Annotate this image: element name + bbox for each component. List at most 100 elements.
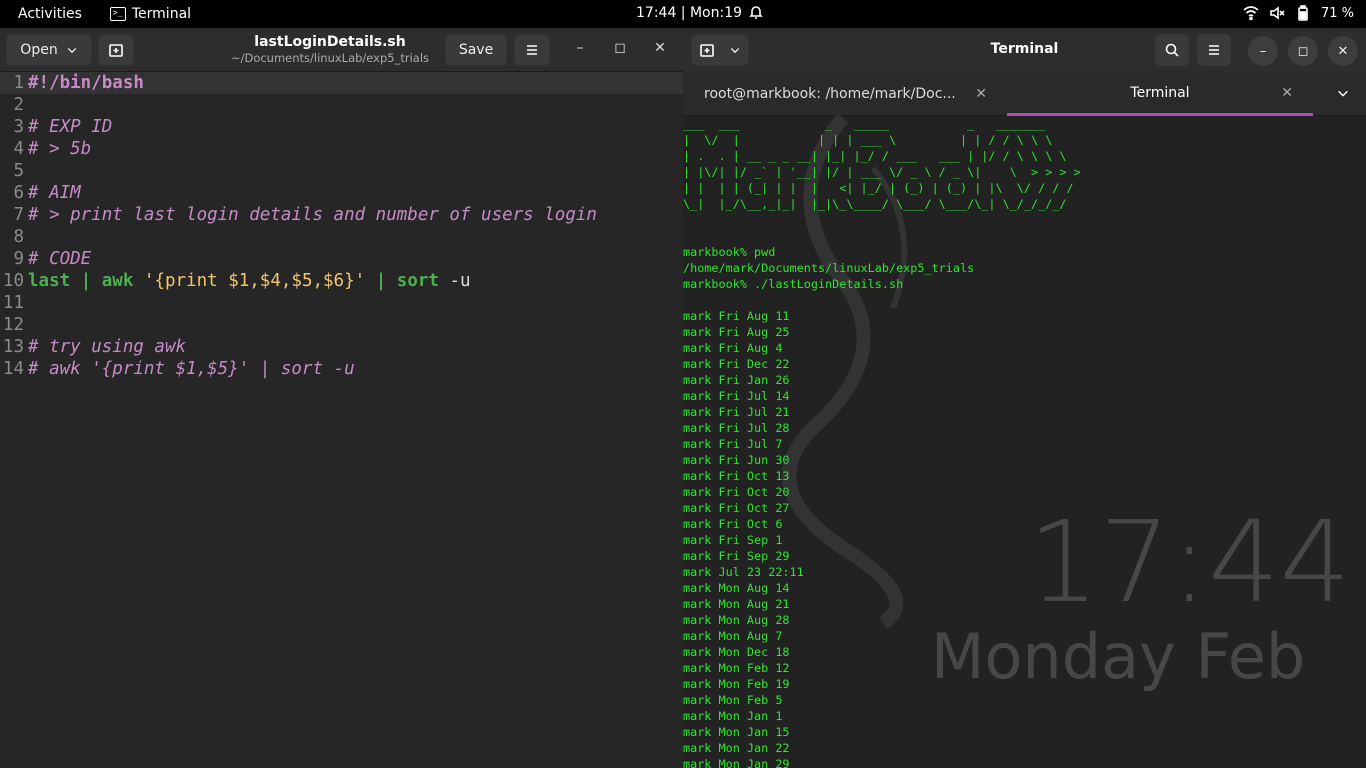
line-number: 12 — [2, 315, 24, 335]
hamburger-icon — [527, 45, 537, 55]
search-button[interactable] — [1155, 34, 1189, 66]
terminal-line: mark Fri Sep 29 — [683, 549, 790, 563]
code-line: 8 — [0, 226, 683, 248]
terminal-line: mark Fri Jul 7 — [683, 437, 783, 451]
line-number: 14 — [2, 359, 24, 379]
code-text: # AIM — [28, 183, 81, 203]
open-label: Open — [20, 42, 58, 58]
minimize-icon[interactable]: – — [570, 40, 590, 56]
document-path: ~/Documents/linuxLab/exp5_trials — [230, 51, 430, 65]
terminal-line: mark Mon Dec 18 — [683, 645, 790, 659]
code-line: 9 # CODE — [0, 248, 683, 270]
code-text: # > print last login details and number … — [28, 205, 597, 225]
terminal-line: mark Fri Aug 25 — [683, 325, 790, 339]
terminal-line: | . . | __ _ _ __| |_| |_/ / ___ ___ | |… — [683, 149, 1067, 163]
maximize-icon[interactable]: ◻ — [1288, 36, 1318, 66]
app-menu[interactable]: >_ Terminal — [109, 6, 191, 22]
terminal-line: mark Fri Sep 1 — [683, 533, 783, 547]
editor-headerbar: Open lastLoginDetails.sh ~/Documents/lin… — [0, 28, 683, 72]
menu-button[interactable] — [1197, 34, 1231, 66]
line-number: 1 — [13, 73, 24, 93]
maximize-icon[interactable]: ◻ — [610, 40, 630, 56]
terminal-line: mark Jul 23 22:11 — [683, 565, 804, 579]
terminal-icon: >_ — [109, 7, 126, 21]
battery-percent: 71 % — [1320, 5, 1354, 21]
new-tab-icon — [109, 44, 123, 57]
code-text: last | awk '{print $1,$4,$5,$6}' | sort … — [28, 270, 471, 292]
terminal-window: Terminal – ◻ ✕ root@markbook: /home/mark… — [683, 28, 1366, 768]
minimize-icon[interactable]: – — [1248, 36, 1278, 66]
terminal-line: mark Mon Feb 12 — [683, 661, 790, 675]
volume-muted-icon — [1270, 6, 1285, 20]
terminal-line: mark Fri Jul 21 — [683, 405, 790, 419]
code-line: 14 # awk '{print $1,$5}' | sort -u — [0, 358, 683, 380]
terminal-headerbar: Terminal – ◻ ✕ — [683, 28, 1366, 72]
clock[interactable]: 17:44 | Mon:19 — [636, 5, 742, 21]
code-line: 5 — [0, 160, 683, 182]
token-sort: sort — [396, 271, 439, 291]
terminal-output[interactable]: ___ ___ _ _____ _ _______ | \/ | | | | __… — [683, 116, 1366, 768]
code-text: #!/bin/bash — [28, 73, 144, 93]
wifi-icon — [1243, 6, 1259, 21]
line-number: 3 — [13, 117, 24, 137]
token-pipe: | — [365, 271, 397, 291]
token-last: last — [28, 271, 71, 291]
terminal-line: mark Mon Jan 29 — [683, 757, 790, 768]
close-tab-icon[interactable]: ✕ — [1281, 85, 1293, 101]
close-icon[interactable]: ✕ — [650, 40, 670, 56]
tab-label: root@markbook: /home/mark/Doc... — [704, 86, 956, 102]
search-icon — [1165, 43, 1179, 57]
terminal-line: mark Fri Jul 14 — [683, 389, 790, 403]
terminal-line: mark Mon Feb 19 — [683, 677, 790, 691]
terminal-line: markbook% ./lastLoginDetails.sh — [683, 277, 904, 291]
terminal-line: ___ ___ _ _____ _ _______ — [683, 117, 1046, 131]
code-text: # awk '{print $1,$5}' | sort -u — [28, 359, 355, 379]
code-line: 6 # AIM — [0, 182, 683, 204]
close-icon[interactable]: ✕ — [1328, 36, 1358, 66]
token-awk: awk — [101, 271, 134, 291]
code-line: 7 # > print last login details and number… — [0, 204, 683, 226]
code-line: 1 #!/bin/bash — [0, 72, 683, 94]
code-editor[interactable]: 1 #!/bin/bash 2 3 # EXP ID 4 # > 5b 5 6 # AI… — [0, 72, 683, 768]
terminal-line: mark Mon Aug 14 — [683, 581, 790, 595]
terminal-line: mark Mon Aug 7 — [683, 629, 783, 643]
code-line: 12 — [0, 314, 683, 336]
document-title: lastLoginDetails.sh — [254, 34, 406, 50]
terminal-line: mark Fri Jun 30 — [683, 453, 790, 467]
chevron-down-icon[interactable] — [1336, 86, 1350, 100]
bell-icon[interactable] — [748, 4, 764, 24]
menu-button[interactable] — [514, 34, 550, 66]
save-button[interactable]: Save — [445, 34, 507, 66]
system-status[interactable]: 71 % — [1243, 5, 1354, 21]
terminal-line: | | | | (_| | | | <| |_/ | (_) | (_) | |… — [683, 181, 1074, 195]
code-line: 10 last | awk '{print $1,$4,$5,$6}' | sor… — [0, 270, 683, 292]
terminal-line: mark Fri Dec 22 — [683, 357, 790, 371]
terminal-line: mark Mon Jan 1 — [683, 709, 783, 723]
new-document-button[interactable] — [98, 34, 134, 66]
code-line: 11 — [0, 292, 683, 314]
line-number: 6 — [13, 183, 24, 203]
terminal-line: mark Mon Jan 15 — [683, 725, 790, 739]
activities-button[interactable]: Activities — [18, 6, 82, 22]
open-button[interactable]: Open — [6, 34, 92, 66]
line-number: 8 — [13, 227, 24, 247]
tab-terminal[interactable]: Terminal ✕ — [1007, 72, 1313, 116]
line-number: 11 — [2, 293, 24, 313]
line-number: 2 — [13, 95, 24, 115]
close-tab-icon[interactable]: ✕ — [975, 86, 987, 102]
code-text: # > 5b — [28, 139, 92, 159]
line-number: 7 — [13, 205, 24, 225]
code-line: 4 # > 5b — [0, 138, 683, 160]
code-line: 2 — [0, 94, 683, 116]
chevron-down-icon — [67, 48, 76, 54]
terminal-line: mark Mon Feb 5 — [683, 693, 783, 707]
terminal-line: mark Fri Jan 26 — [683, 373, 790, 387]
tab-label: Terminal — [1130, 84, 1190, 101]
terminal-line: mark Fri Aug 4 — [683, 341, 783, 355]
hamburger-icon — [1209, 45, 1219, 55]
code-line: 13 # try using awk — [0, 336, 683, 358]
line-number: 10 — [2, 271, 24, 291]
line-number: 9 — [13, 249, 24, 269]
terminal-line: /home/mark/Documents/linuxLab/exp5_trial… — [683, 261, 975, 275]
